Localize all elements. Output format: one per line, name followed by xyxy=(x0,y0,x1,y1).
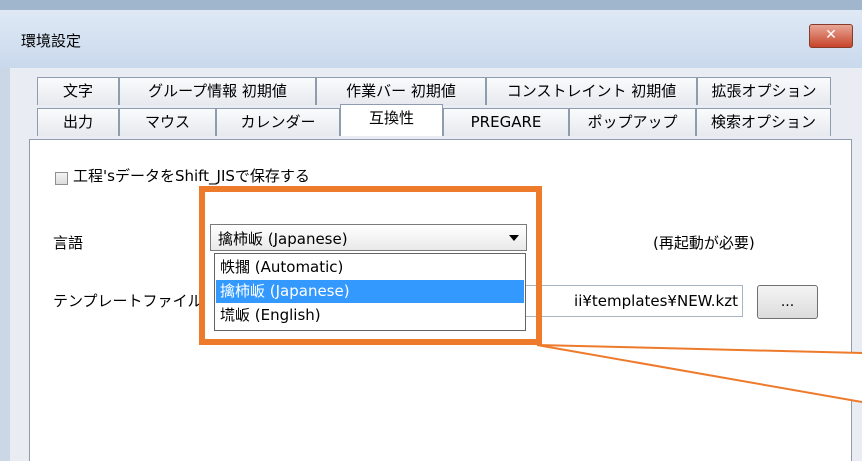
annotation-callout xyxy=(536,344,862,403)
